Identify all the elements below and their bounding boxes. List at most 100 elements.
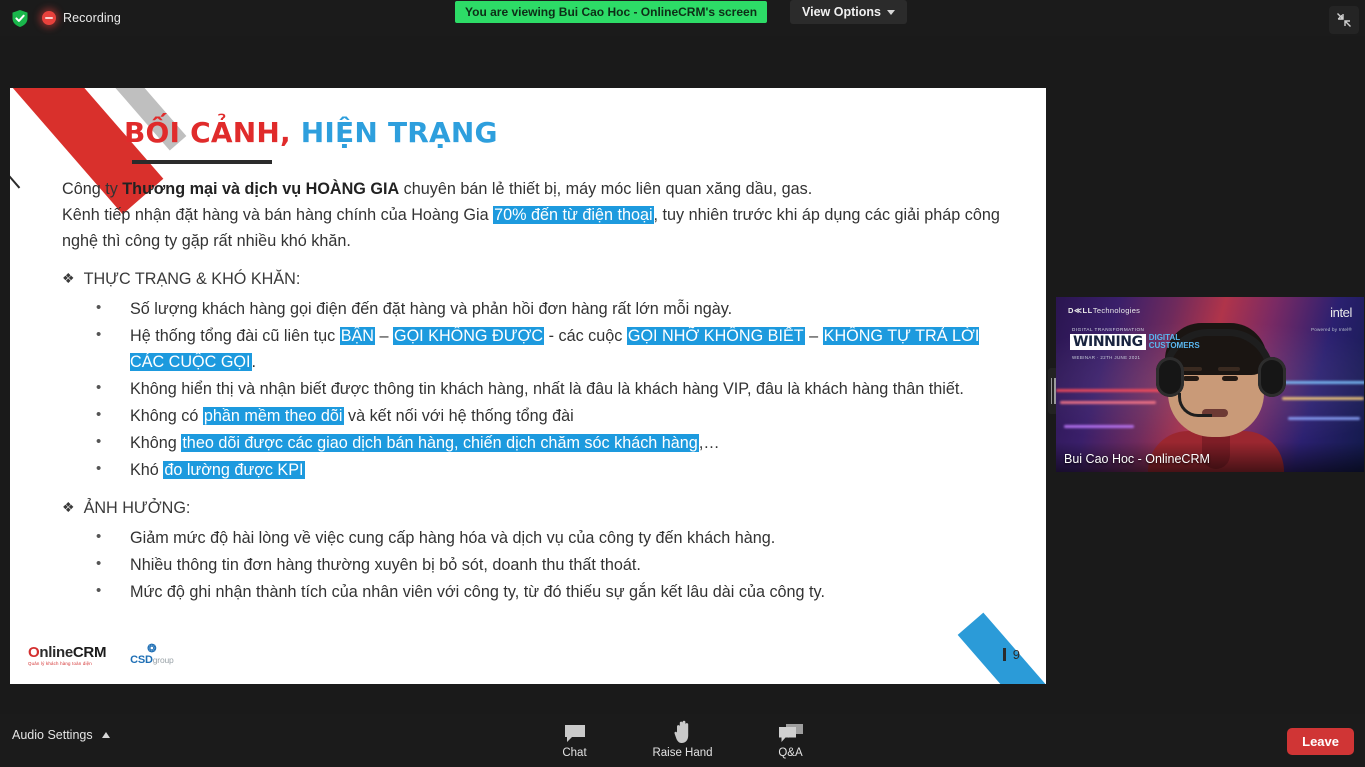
slide-title-blue: HIỆN TRẠNG xyxy=(300,116,498,149)
onlinecrm-logo-crm: CRM xyxy=(72,643,107,661)
participant-name-label: Bui Cao Hoc - OnlineCRM xyxy=(1064,452,1210,466)
webinar-title-row: WINNING DIGITAL CUSTOMERS xyxy=(1070,334,1200,350)
list-item: Giảm mức độ hài lòng về việc cung cấp hà… xyxy=(96,524,1007,551)
slide-decoration-line xyxy=(10,96,21,189)
view-options-button[interactable]: View Options xyxy=(790,0,907,24)
intel-logo-sub: Powered by Intel® xyxy=(1310,327,1352,332)
section1-bullet-list: Số lượng khách hàng gọi điện đến đặt hàn… xyxy=(62,295,1007,483)
s2-bullet-3: Mức độ ghi nhận thành tích của nhân viên… xyxy=(130,583,825,601)
dell-logo-word: D≪LL xyxy=(1068,306,1093,315)
intro-paragraph-1: Công ty Thương mại và dịch vụ HOÀNG GIA … xyxy=(62,176,1007,202)
section2-heading-label: ẢNH HƯỞNG: xyxy=(83,499,191,517)
s1-b6-a: Khó xyxy=(130,461,164,479)
list-item: Không theo dõi được các giao dịch bán hà… xyxy=(96,429,1007,456)
highlight-goi-nho-khong-biet: GỌI NHỠ KHÔNG BIẾT xyxy=(626,327,805,345)
s1-b5-b: ,… xyxy=(698,434,720,452)
slide-body: Công ty Thương mại và dịch vụ HOÀNG GIA … xyxy=(62,176,1007,605)
bg-streak xyxy=(1282,397,1364,400)
raise-hand-label: Raise Hand xyxy=(652,747,713,759)
list-item: Mức độ ghi nhận thành tích của nhân viên… xyxy=(96,578,1007,605)
highlight-ban: BẬN xyxy=(339,327,375,345)
webinar-tagline: DIGITAL TRANSFORMATION xyxy=(1072,327,1145,332)
meeting-bottom-bar: Audio Settings Chat Raise Hand Q&A Leave xyxy=(0,714,1365,767)
viewing-screen-banner: You are viewing Bui Cao Hoc - OnlineCRM'… xyxy=(455,1,768,23)
s1-b2-a: Hệ thống tổng đài cũ liên tục xyxy=(130,327,340,345)
list-item: Khó đo lường được KPI xyxy=(96,456,1007,483)
qa-button[interactable]: Q&A xyxy=(760,720,822,759)
webinar-title-customers: CUSTOMERS xyxy=(1148,341,1200,350)
headset-earcup-icon xyxy=(1156,357,1184,397)
s1-b2-b: – xyxy=(374,327,393,345)
intro-1c: chuyên bán lẻ thiết bị, máy móc liên qua… xyxy=(399,180,813,198)
dell-logo-rest: Technologies xyxy=(1092,306,1141,315)
handle-line xyxy=(1050,378,1052,404)
title-underline xyxy=(132,160,272,164)
diamond-bullet-icon: ❖ xyxy=(62,270,75,286)
highlight-goi-khong-duoc: GỌI KHÔNG ĐƯỢC xyxy=(392,327,545,345)
recording-indicator[interactable]: Recording xyxy=(42,6,121,30)
bg-streak xyxy=(1060,401,1156,404)
highlight-phone-percentage: 70% đến từ điện thoại xyxy=(493,206,654,224)
onlinecrm-logo-nline: nline xyxy=(39,643,73,661)
slide-title-red: BỐI CẢNH, xyxy=(124,116,291,149)
onlinecrm-logo-o: O xyxy=(28,643,40,661)
intel-logo: intel xyxy=(1330,305,1352,320)
s1-b2-e: . xyxy=(251,353,257,371)
s1-b5-a: Không xyxy=(130,434,182,452)
bg-streak xyxy=(1274,381,1364,384)
page-number-value: 9 xyxy=(1012,647,1020,662)
exit-fullscreen-button[interactable] xyxy=(1329,6,1359,34)
chat-bubble-icon xyxy=(563,720,587,744)
chat-label: Chat xyxy=(562,747,587,759)
s1-b2-d: – xyxy=(804,327,823,345)
list-item: Nhiều thông tin đơn hàng thường xuyên bị… xyxy=(96,551,1007,578)
s2-bullet-2: Nhiều thông tin đơn hàng thường xuyên bị… xyxy=(130,556,641,574)
section1-heading-label: THỰC TRẠNG & KHÓ KHĂN: xyxy=(83,270,301,288)
webinar-title-winning: WINNING xyxy=(1070,334,1146,350)
onlinecrm-logo: OnlineCRM Quản lý khách hàng toàn diện xyxy=(28,645,106,666)
headset-earcup-icon xyxy=(1258,357,1286,397)
intro-paragraph-2: Kênh tiếp nhận đặt hàng và bán hàng chín… xyxy=(62,202,1007,254)
csd-group-logo: ❂ CSDgroup xyxy=(130,644,174,666)
meeting-controls: Chat Raise Hand Q&A xyxy=(544,720,822,759)
section2-bullet-list: Giảm mức độ hài lòng về việc cung cấp hà… xyxy=(62,524,1007,605)
chevron-down-icon xyxy=(886,9,895,15)
s1-bullet-1: Số lượng khách hàng gọi điện đến đặt hàn… xyxy=(130,300,733,318)
view-options-label: View Options xyxy=(802,5,881,19)
shared-slide[interactable]: BỐI CẢNH, HIỆN TRẠNG Công ty Thương mại … xyxy=(10,88,1046,684)
person-eye xyxy=(1183,376,1199,381)
s1-b4-a: Không có xyxy=(130,407,203,425)
slide-title: BỐI CẢNH, HIỆN TRẠNG xyxy=(124,116,498,149)
chat-button[interactable]: Chat xyxy=(544,720,606,759)
audio-settings-label: Audio Settings xyxy=(12,728,93,742)
slide-footer-logos: OnlineCRM Quản lý khách hàng toàn diện ❂… xyxy=(28,644,174,666)
qa-bubbles-icon xyxy=(778,720,804,744)
recording-label: Recording xyxy=(63,11,121,25)
audio-settings-button[interactable]: Audio Settings xyxy=(12,728,110,742)
highlight-theo-doi-giao-dich: theo dõi được các giao dịch bán hàng, ch… xyxy=(181,434,699,452)
participant-video-tile[interactable]: D≪LLTechnologies intel Powered by Intel®… xyxy=(1056,297,1364,472)
section-heading-anh-huong: ❖ ẢNH HƯỞNG: xyxy=(62,495,1007,521)
exit-fullscreen-icon xyxy=(1337,13,1351,27)
qa-label: Q&A xyxy=(778,747,803,759)
bg-streak xyxy=(1288,417,1360,420)
diamond-bullet-icon: ❖ xyxy=(62,499,75,515)
list-item: Không có phần mềm theo dõi và kết nối vớ… xyxy=(96,402,1007,429)
webinar-date: WEBINAR · 22TH JUNE 2021 xyxy=(1072,355,1141,360)
intro-company-name: Thương mại và dịch vụ HOÀNG GIA xyxy=(122,180,400,198)
highlight-do-luong-kpi: đo lường được KPI xyxy=(163,461,305,479)
zoom-meeting-window: Recording You are viewing Bui Cao Hoc - … xyxy=(0,0,1365,767)
csd-logo-name: CSD xyxy=(130,654,153,666)
shield-check-icon xyxy=(12,9,28,27)
chevron-up-icon xyxy=(101,732,110,738)
list-item: Không hiển thị và nhận biết được thông t… xyxy=(96,375,1007,402)
intro-2a: Kênh tiếp nhận đặt hàng và bán hàng chín… xyxy=(62,206,494,224)
security-shield-icon[interactable] xyxy=(8,6,32,30)
leave-button[interactable]: Leave xyxy=(1287,728,1354,755)
meeting-top-bar: Recording You are viewing Bui Cao Hoc - … xyxy=(0,0,1365,36)
s1-b2-c: - các cuộc xyxy=(544,327,627,345)
csd-logo-suffix: group xyxy=(152,655,174,665)
raise-hand-button[interactable]: Raise Hand xyxy=(652,720,714,759)
section-heading-thuc-trang: ❖ THỰC TRẠNG & KHÓ KHĂN: xyxy=(62,266,1007,292)
page-number-bar-icon xyxy=(1002,648,1006,661)
